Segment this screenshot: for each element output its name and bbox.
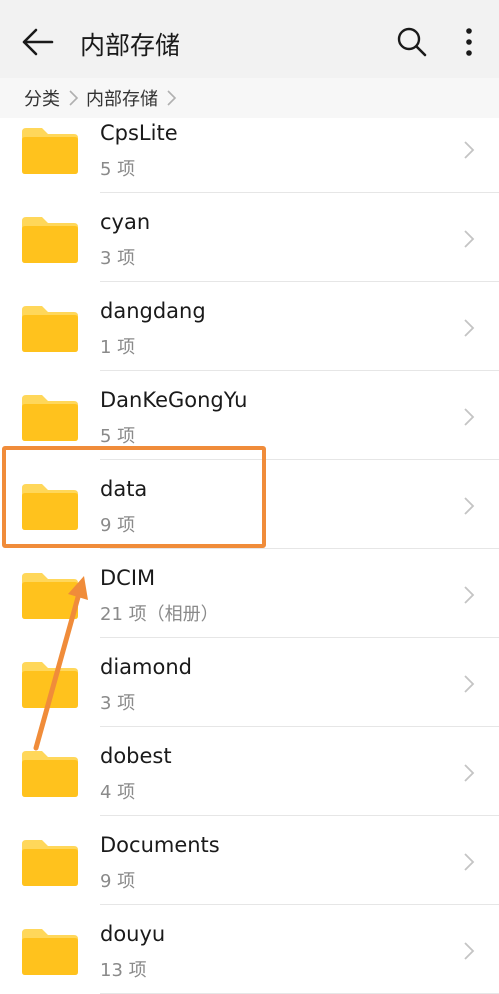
folder-row[interactable]: diamond 3 项 [0,638,499,727]
folder-row[interactable]: DCIM 21 项（相册） [0,549,499,638]
chevron-right-icon [464,942,475,960]
folder-icon [22,840,78,886]
more-vertical-icon [466,28,472,56]
folder-item-count: 13 项 [100,960,147,981]
folder-row[interactable]: douyu 13 项 [0,905,499,994]
folder-row[interactable]: cyan 3 项 [0,193,499,282]
folder-icon [22,929,78,975]
chevron-right-icon [464,586,475,604]
folder-list: CpsLite 5 项 cyan 3 项 dangdang 1 项 DanKeG… [0,104,499,994]
folder-icon [22,573,78,619]
folder-icon [22,217,78,263]
folder-name: douyu [100,922,166,946]
folder-icon [22,662,78,708]
chevron-right-icon [464,408,475,426]
chevron-right-icon [464,675,475,693]
folder-icon [22,751,78,797]
folder-name: DCIM [100,566,156,590]
folder-name: dangdang [100,299,206,323]
folder-item-count: 5 项 [100,159,136,180]
folder-row[interactable]: CpsLite 5 项 [0,104,499,193]
folder-item-count: 1 项 [100,337,136,358]
page-title: 内部存储 [80,31,181,60]
chevron-right-icon [464,141,475,159]
top-app-bar: 内部存储 [0,0,499,78]
search-button[interactable] [392,22,432,62]
folder-name: Documents [100,833,220,857]
folder-row[interactable]: DanKeGongYu 5 项 [0,371,499,460]
folder-item-count: 3 项 [100,248,136,269]
folder-icon [22,395,78,441]
folder-item-count: 9 项 [100,871,136,892]
chevron-right-icon [464,764,475,782]
folder-row[interactable]: dobest 4 项 [0,727,499,816]
folder-icon [22,128,78,174]
chevron-right-icon [464,230,475,248]
folder-name: CpsLite [100,121,178,145]
back-button[interactable] [14,22,62,62]
folder-item-count: 3 项 [100,693,136,714]
folder-item-count: 5 项 [100,426,136,447]
arrow-left-icon [22,28,54,56]
folder-item-count: 4 项 [100,782,136,803]
folder-name: data [100,477,148,501]
folder-row[interactable]: Documents 9 项 [0,816,499,905]
folder-icon [22,484,78,530]
folder-name: diamond [100,655,192,679]
folder-row[interactable]: data 9 项 [0,460,499,549]
folder-item-count: 9 项 [100,515,136,536]
folder-item-count: 21 项（相册） [100,604,219,625]
folder-name: dobest [100,744,172,768]
folder-row[interactable]: dangdang 1 项 [0,282,499,371]
search-icon [397,27,427,57]
more-options-button[interactable] [454,22,484,62]
chevron-right-icon [464,319,475,337]
folder-name: cyan [100,210,151,234]
chevron-right-icon [464,497,475,515]
folder-name: DanKeGongYu [100,388,248,412]
folder-icon [22,306,78,352]
chevron-right-icon [464,853,475,871]
